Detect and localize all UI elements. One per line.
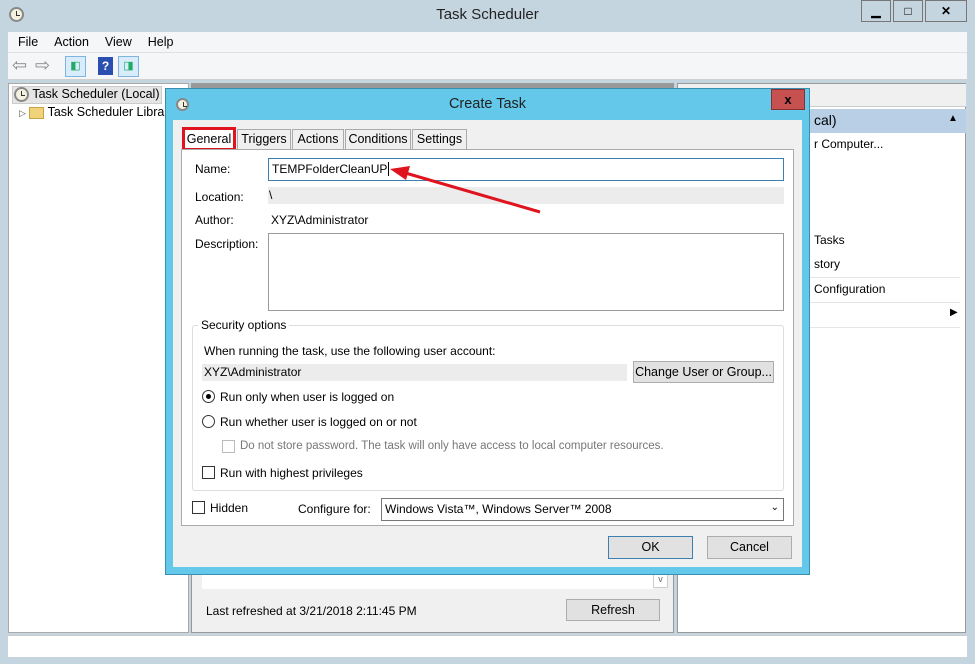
close-window-button[interactable]: ✕ xyxy=(925,0,967,22)
tab-settings[interactable]: Settings xyxy=(412,129,467,150)
highest-privileges-checkbox[interactable] xyxy=(202,466,215,479)
tree-library-label: Task Scheduler Library xyxy=(47,105,175,119)
last-refreshed-text: Last refreshed at 3/21/2018 2:11:45 PM xyxy=(206,604,417,618)
description-label: Description: xyxy=(195,237,259,251)
tree-item-root[interactable]: Task Scheduler (Local) xyxy=(12,86,162,104)
tab-general[interactable]: General xyxy=(182,127,236,151)
configure-for-label: Configure for: xyxy=(298,502,371,516)
chevron-down-icon: ⌄ xyxy=(770,502,779,513)
tab-triggers[interactable]: Triggers xyxy=(237,129,291,150)
folder-clock-icon xyxy=(29,106,45,119)
submenu-arrow-icon[interactable]: ▶ xyxy=(950,307,958,318)
menu-action[interactable]: Action xyxy=(44,32,95,49)
hidden-checkbox[interactable] xyxy=(192,501,205,514)
minimize-button[interactable]: ▁ xyxy=(861,0,891,22)
action-item[interactable]: story xyxy=(814,257,840,271)
hidden-label: Hidden xyxy=(210,501,249,515)
refresh-button[interactable]: Refresh xyxy=(566,599,660,621)
user-account-value: XYZ\Administrator xyxy=(202,364,627,381)
menu-bar: File Action View Help xyxy=(8,32,967,53)
scroll-down-button[interactable]: v xyxy=(653,573,668,588)
no-store-password-checkbox[interactable] xyxy=(222,440,235,453)
annotation-arrow xyxy=(390,166,541,214)
action-item[interactable]: r Computer... xyxy=(814,137,883,151)
run-whether-radio[interactable] xyxy=(202,415,215,428)
action-item[interactable]: Tasks xyxy=(814,233,845,247)
tree-root-label: Task Scheduler (Local) xyxy=(32,87,160,101)
dialog-close-button[interactable]: x xyxy=(771,89,805,110)
run-whether-label: Run whether user is logged on or not xyxy=(220,415,417,429)
author-value: XYZ\Administrator xyxy=(271,213,369,227)
dialog-title: Create Task xyxy=(448,96,527,112)
no-store-password-label: Do not store password. The task will onl… xyxy=(240,440,664,452)
status-bar xyxy=(8,635,967,657)
clock-icon xyxy=(14,87,29,103)
expand-icon[interactable]: ▷ xyxy=(19,108,26,118)
maximize-button[interactable]: □ xyxy=(893,0,923,22)
window-title: Task Scheduler xyxy=(436,6,539,23)
console-tree: Task Scheduler (Local) ▷ Task Scheduler … xyxy=(8,83,189,633)
tab-actions[interactable]: Actions xyxy=(292,129,344,150)
name-label: Name: xyxy=(195,162,231,176)
actions-header-label: cal) xyxy=(814,112,837,128)
menu-file[interactable]: File xyxy=(8,32,44,49)
collapse-up-icon[interactable]: ▲ xyxy=(948,113,958,124)
action-item[interactable]: Configuration xyxy=(814,282,885,296)
forward-arrow-icon[interactable]: ⇨ xyxy=(35,55,50,76)
run-logged-on-label: Run only when user is logged on xyxy=(220,390,395,404)
account-prompt: When running the task, use the following… xyxy=(204,344,496,358)
change-user-button[interactable]: Change User or Group... xyxy=(633,361,774,383)
show-hide-action-pane-icon[interactable]: ◨ xyxy=(118,56,139,77)
ok-button[interactable]: OK xyxy=(608,536,693,559)
cancel-button[interactable]: Cancel xyxy=(707,536,792,559)
location-label: Location: xyxy=(195,190,244,204)
show-hide-console-tree-icon[interactable]: ◧ xyxy=(65,56,86,77)
highest-privileges-label: Run with highest privileges xyxy=(220,466,363,480)
run-logged-on-radio[interactable] xyxy=(202,390,215,403)
tree-item-library[interactable]: ▷ Task Scheduler Library xyxy=(19,105,175,119)
menu-help[interactable]: Help xyxy=(138,32,180,49)
toolbar: ⇦ ⇨ ◧ ? ◨ xyxy=(8,53,967,80)
name-value: TEMPFolderCleanUP xyxy=(272,162,388,176)
help-icon[interactable]: ? xyxy=(98,57,113,75)
tab-conditions[interactable]: Conditions xyxy=(345,129,411,150)
security-options-legend: Security options xyxy=(198,318,290,332)
description-input[interactable] xyxy=(268,233,784,311)
configure-for-value: Windows Vista™, Windows Server™ 2008 xyxy=(385,502,612,516)
author-label: Author: xyxy=(195,213,234,227)
back-arrow-icon[interactable]: ⇦ xyxy=(12,55,27,76)
menu-view[interactable]: View xyxy=(95,32,138,49)
configure-for-select[interactable]: Windows Vista™, Windows Server™ 2008 ⌄ xyxy=(381,498,784,521)
